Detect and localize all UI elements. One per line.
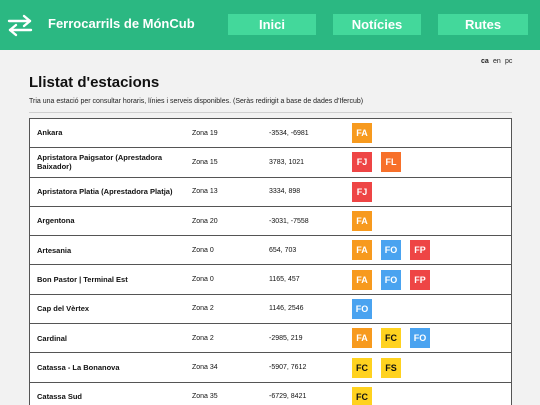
brand-name[interactable]: Ferrocarrils de MónCub (48, 16, 195, 31)
line-badge-fo[interactable]: FO (381, 240, 401, 261)
station-zone: Zona 20 (192, 217, 218, 225)
line-badge-fc[interactable]: FC (381, 328, 401, 349)
line-badge-fp[interactable]: FP (410, 269, 430, 290)
station-row[interactable]: Bon Pastor | Terminal Est Zona 0 1165, 457… (30, 266, 511, 295)
station-coords: 1146, 2546 (269, 305, 304, 313)
line-badge-fs[interactable]: FS (381, 357, 401, 378)
station-row[interactable]: Artesania Zona 0 654, 703 FA FO FP (30, 236, 511, 266)
divider (29, 112, 512, 113)
line-badge-fp[interactable]: FP (410, 240, 430, 261)
station-name: Apristatora Platia (Aprestadora Platja) (37, 187, 173, 197)
station-lines: FA FC FO (352, 324, 439, 352)
line-badge-fo[interactable]: FO (381, 269, 401, 290)
station-row[interactable]: Cardinal Zona 2 -2985, 219 FA FC FO (30, 324, 511, 354)
line-badge-fo[interactable]: FO (352, 298, 372, 319)
station-coords: -3031, -7558 (269, 217, 309, 225)
line-badge-fc[interactable]: FC (352, 357, 372, 378)
line-badge-fa[interactable]: FA (352, 269, 372, 290)
lang-pc-link[interactable]: pc (505, 58, 512, 65)
station-lines: FA FO FP (352, 266, 439, 294)
station-lines: FC FS (352, 353, 410, 381)
station-name: Cap del Vèrtex (37, 304, 90, 314)
line-badge-fa[interactable]: FA (352, 211, 372, 232)
station-row[interactable]: Apristatora Paigsator (Aprestadora Baixa… (30, 148, 511, 178)
station-zone: Zona 35 (192, 393, 218, 401)
station-lines: FO (352, 295, 381, 323)
station-name: Cardinal (37, 333, 68, 343)
station-lines: FA (352, 207, 381, 235)
station-coords: 654, 703 (269, 246, 297, 254)
station-zone: Zona 15 (192, 158, 218, 166)
station-row[interactable]: Apristatora Platia (Aprestadora Platja) Z… (30, 178, 511, 207)
page-title: Llistat d'estacions (29, 74, 160, 91)
station-lines: FA (352, 119, 381, 147)
station-zone: Zona 0 (192, 276, 214, 284)
station-coords: 3783, 1021 (269, 158, 305, 166)
stations-table: Ankara Zona 19 -3534, -6981 FA Apristatora P… (29, 118, 512, 405)
station-zone: Zona 34 (192, 364, 218, 372)
station-row[interactable]: Ankara Zona 19 -3534, -6981 FA (30, 119, 511, 149)
station-name: Apristatora Paigsator (Aprestadora Baixa… (37, 153, 163, 172)
station-lines: FJ FL (352, 148, 410, 176)
station-coords: -2985, 219 (269, 334, 303, 342)
line-badge-fa[interactable]: FA (352, 240, 372, 261)
line-badge-fl[interactable]: FL (381, 152, 401, 173)
line-badge-fa[interactable]: FA (352, 328, 372, 349)
lang-en-link[interactable]: en (493, 58, 501, 65)
nav-rutes-button[interactable]: Rutes (438, 14, 528, 35)
page-subtitle: Tria una estació per consultar horaris, … (29, 98, 364, 105)
station-name: Argentona (37, 216, 75, 226)
line-badge-fc[interactable]: FC (352, 386, 372, 405)
station-lines: FC (352, 383, 381, 405)
station-coords: 1165, 457 (269, 276, 300, 284)
station-coords: -3534, -6981 (269, 129, 309, 137)
station-row[interactable]: Cap del Vèrtex Zona 2 1146, 2546 FO (30, 295, 511, 325)
line-badge-fj[interactable]: FJ (352, 181, 372, 202)
nav-inici-button[interactable]: Inici (228, 14, 316, 35)
line-badge-fo[interactable]: FO (410, 328, 430, 349)
station-name: Bon Pastor | Terminal Est (37, 274, 128, 284)
station-name: Ankara (37, 128, 63, 138)
station-zone: Zona 13 (192, 188, 218, 196)
station-row[interactable]: Argentona Zona 20 -3031, -7558 FA (30, 207, 511, 237)
station-zone: Zona 19 (192, 129, 218, 137)
station-lines: FA FO FP (352, 236, 439, 264)
station-coords: -5907, 7612 (269, 364, 307, 372)
lang-ca-link[interactable]: ca (481, 58, 489, 65)
swap-arrows-icon[interactable] (6, 13, 34, 37)
nav-noticies-button[interactable]: Notícies (333, 14, 421, 35)
station-zone: Zona 2 (192, 334, 214, 342)
station-coords: -6729, 8421 (269, 393, 307, 401)
line-badge-fj[interactable]: FJ (352, 152, 372, 173)
line-badge-fa[interactable]: FA (352, 123, 372, 144)
station-zone: Zona 0 (192, 246, 214, 254)
station-name: Catassa Sud (37, 392, 83, 402)
station-lines: FJ (352, 178, 381, 206)
station-zone: Zona 2 (192, 305, 214, 313)
station-row[interactable]: Catassa Sud Zona 35 -6729, 8421 FC (30, 383, 511, 405)
station-name: Artesania (37, 245, 72, 255)
top-header: Ferrocarrils de MónCub Inici Notícies Ru… (0, 0, 540, 50)
station-row[interactable]: Catassa - La Bonanova Zona 34 -5907, 7612 F… (30, 353, 511, 383)
station-name: Catassa - La Bonanova (37, 362, 120, 372)
station-coords: 3334, 898 (269, 188, 301, 196)
